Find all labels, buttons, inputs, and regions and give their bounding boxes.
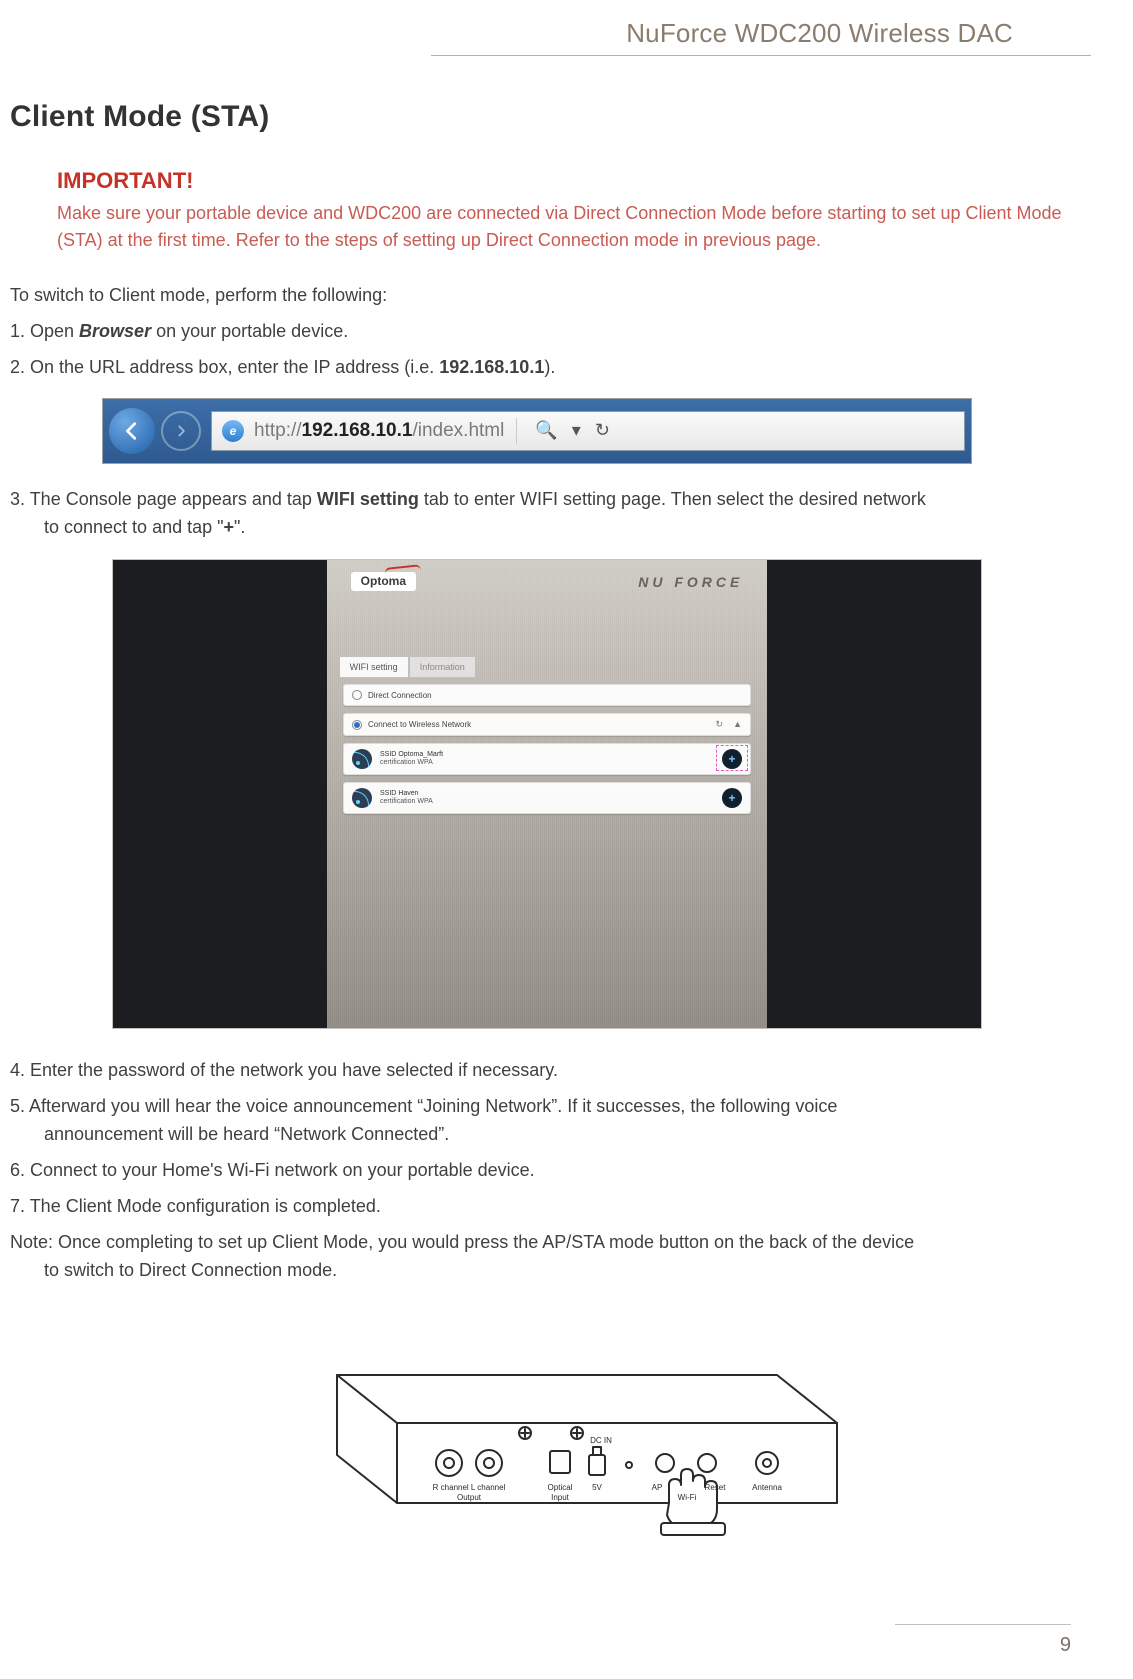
optoma-logo: Optoma (351, 572, 416, 591)
dev-5v: 5V (592, 1483, 602, 1492)
plus-icon: + (722, 788, 742, 808)
svg-text:Optical: Optical (547, 1483, 572, 1492)
step-2-post: ). (544, 357, 555, 377)
dev-wifi: Wi-Fi (677, 1493, 696, 1502)
ssid-1: Haven (398, 790, 418, 797)
important-title: IMPORTANT! (57, 168, 1079, 194)
svg-text:Reset: Reset (704, 1483, 726, 1492)
cert-0: WPA (417, 759, 432, 766)
step-1-pre: 1. Open (10, 321, 79, 341)
header-title: NuForce WDC200 Wireless DAC (35, 18, 1013, 49)
step-1: 1. Open Browser on your portable device. (10, 318, 1133, 346)
tab-information: Information (409, 656, 476, 678)
dev-ant: Antenna (752, 1483, 782, 1492)
step-3-mid: tab to enter WIFI setting page. Then sel… (419, 489, 926, 509)
note: Note: Once completing to set up Client M… (10, 1229, 1133, 1285)
section-title: Client Mode (STA) (10, 100, 1133, 134)
step-1-bold: Browser (79, 321, 151, 341)
tab-wifi-setting: WIFI setting (339, 656, 409, 678)
dev-ap: AP (651, 1483, 662, 1492)
console-figure: Optoma NU FORCE WIFI setting Information… (112, 559, 982, 1029)
svg-text:R channel L channel: R channel L channel (432, 1483, 505, 1492)
svg-text:AP: AP (651, 1483, 662, 1492)
cert-1: WPA (417, 798, 432, 805)
ssid-label-0: SSID (380, 751, 396, 758)
svg-text:Input: Input (551, 1493, 570, 1502)
cert-label-0: certification (380, 759, 415, 766)
collapse-icon: ▲ (733, 719, 742, 730)
cert-label-1: certification (380, 798, 415, 805)
footer-rule (895, 1624, 1071, 1625)
dropdown-icon: ▾ (572, 420, 581, 441)
dev-opt: Optical (547, 1483, 572, 1492)
step-1-post: on your portable device. (151, 321, 348, 341)
step-2-pre: 2. On the URL address box, enter the IP … (10, 357, 439, 377)
step-5-l1: 5. Afterward you will hear the voice ann… (10, 1096, 837, 1116)
step-3-indent-pre: to connect to and tap " (44, 517, 224, 537)
ssid-label-1: SSID (380, 790, 396, 797)
step-3-indent: to connect to and tap "+". (10, 514, 1133, 542)
note-l1: Note: Once completing to set up Client M… (10, 1232, 914, 1252)
row-direct-connection: Direct Connection (343, 684, 751, 706)
step-4: 4. Enter the password of the network you… (10, 1057, 1133, 1085)
url-text: http://192.168.10.1/index.html (254, 420, 504, 442)
step-5: 5. Afterward you will hear the voice ann… (10, 1093, 1133, 1149)
dev-dc: DC IN (590, 1436, 612, 1445)
svg-text:DC IN: DC IN (590, 1436, 612, 1445)
refresh-icon: ↻ (595, 420, 610, 441)
step-3-pre: 3. The Console page appears and tap (10, 489, 317, 509)
svg-text:Output: Output (456, 1493, 481, 1502)
refresh-mini-icon: ↻ (716, 719, 724, 730)
step-5-l2: announcement will be heard “Network Conn… (10, 1121, 1133, 1149)
plus-icon: + (722, 749, 742, 769)
radio-icon (352, 690, 362, 700)
device-figure: R channel L channel Output Optical Input… (277, 1315, 867, 1545)
svg-text:5V: 5V (592, 1483, 602, 1492)
network-row-0: SSID Optoma_Marft certification WPA + (343, 743, 751, 775)
dev-rca: R channel L channel (432, 1483, 505, 1492)
network-0-text: SSID Optoma_Marft certification WPA (380, 751, 443, 767)
svg-text:Wi-Fi: Wi-Fi (677, 1493, 696, 1502)
ssid-0: Optoma_Marft (398, 751, 443, 758)
important-body: Make sure your portable device and WDC20… (57, 200, 1079, 254)
step-6: 6. Connect to your Home's Wi-Fi network … (10, 1157, 1133, 1185)
step-3-plus: + (224, 517, 235, 537)
back-icon (109, 408, 155, 454)
addressbar-figure: e http://192.168.10.1/index.html 🔍 ▾ ↻ (102, 398, 972, 464)
dev-reset: Reset (704, 1483, 726, 1492)
row-connect-label: Connect to Wireless Network (368, 720, 471, 729)
dev-rca2: Output (456, 1493, 481, 1502)
network-1-text: SSID Haven certification WPA (380, 790, 433, 806)
step-3-indent-post: ". (234, 517, 245, 537)
nuforce-logo: NU FORCE (638, 574, 743, 590)
radio-on-icon (352, 720, 362, 730)
row-connect-wireless: Connect to Wireless Network ↻ ▲ (343, 713, 751, 736)
forward-icon (161, 411, 201, 451)
step-3-bold: WIFI setting (317, 489, 419, 509)
url-box: e http://192.168.10.1/index.html 🔍 ▾ ↻ (211, 411, 965, 451)
url-right: 🔍 ▾ ↻ (516, 418, 624, 444)
url-prefix: http:// (254, 420, 302, 441)
row-direct-label: Direct Connection (368, 691, 432, 700)
lead-text: To switch to Client mode, perform the fo… (10, 282, 1133, 310)
wifi-icon (352, 749, 372, 769)
important-box: IMPORTANT! Make sure your portable devic… (57, 168, 1079, 254)
step-3: 3. The Console page appears and tap WIFI… (10, 486, 1133, 542)
url-suffix: /index.html (412, 420, 504, 441)
page-number: 9 (1060, 1634, 1071, 1657)
dev-opt2: Input (551, 1493, 570, 1502)
url-ip: 192.168.10.1 (302, 420, 413, 441)
step-2: 2. On the URL address box, enter the IP … (10, 354, 1133, 382)
network-row-1: SSID Haven certification WPA + (343, 782, 751, 814)
search-icon: 🔍 (535, 420, 557, 441)
step-7: 7. The Client Mode configuration is comp… (10, 1193, 1133, 1221)
step-2-ip: 192.168.10.1 (439, 357, 544, 377)
wifi-icon (352, 788, 372, 808)
tab-bar: WIFI setting Information (339, 656, 476, 678)
note-l2: to switch to Direct Connection mode. (10, 1257, 1133, 1285)
header-rule (431, 55, 1091, 56)
svg-text:Antenna: Antenna (752, 1483, 782, 1492)
ie-icon: e (222, 420, 244, 442)
